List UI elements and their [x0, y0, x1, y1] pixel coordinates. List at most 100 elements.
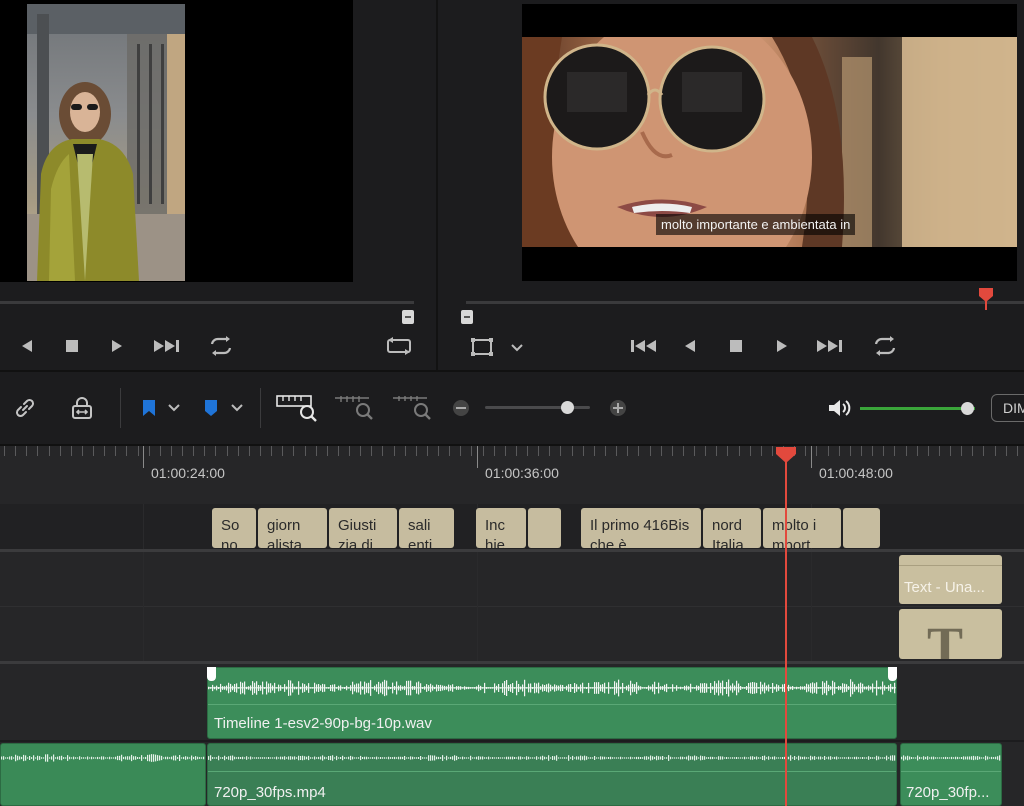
ruler-major-tick — [477, 446, 478, 468]
ruler-minor-tick — [505, 446, 506, 456]
ruler-major-tick — [811, 446, 812, 468]
zoom-slider[interactable] — [485, 406, 590, 409]
source-loop-button[interactable] — [205, 333, 237, 359]
ruler-minor-tick — [828, 446, 829, 456]
ruler-minor-tick — [338, 446, 339, 456]
play-reverse-icon — [685, 340, 695, 352]
clip-out-handle[interactable] — [888, 667, 897, 681]
position-lock-button[interactable] — [67, 393, 97, 423]
source-play-reverse-button[interactable] — [14, 333, 40, 359]
subtitle-clip[interactable]: molto i mport — [763, 508, 841, 548]
text-title-clip[interactable]: Text - Una... — [899, 555, 1002, 604]
ruler-minor-tick — [961, 446, 962, 456]
volume-slider-knob[interactable] — [960, 402, 974, 415]
audio-clip-left[interactable] — [0, 743, 206, 806]
ruler-minor-tick — [193, 446, 194, 456]
subtitle-clip[interactable]: giorn alista — [258, 508, 327, 548]
source-scrub-handle[interactable] — [402, 310, 414, 324]
playhead-handle-icon[interactable] — [775, 446, 797, 464]
video-clip-audio-720p-right[interactable]: 720p_30fp... — [900, 743, 1002, 806]
ruler-minor-tick — [449, 446, 450, 456]
clip-in-handle[interactable] — [207, 667, 216, 681]
transform-dropdown-button[interactable] — [507, 335, 527, 361]
program-loop-button[interactable] — [869, 333, 901, 359]
ruler-minor-tick — [861, 446, 862, 456]
zoom-custom-icon — [393, 396, 431, 420]
ruler-minor-tick — [972, 446, 973, 456]
ruler-major-tick — [143, 446, 144, 468]
custom-zoom-button[interactable] — [391, 392, 435, 422]
speaker-icon — [829, 400, 851, 416]
program-scrub-bar[interactable] — [466, 301, 1024, 304]
full-extent-zoom-button[interactable] — [275, 392, 319, 422]
program-playhead-marker-icon[interactable] — [978, 287, 994, 311]
marker-button[interactable] — [198, 395, 224, 421]
program-next-button[interactable] — [814, 333, 846, 359]
detail-zoom-button[interactable] — [333, 392, 377, 422]
dim-button[interactable]: DIM — [991, 394, 1024, 422]
source-stop-button[interactable] — [59, 333, 85, 359]
ruler-minor-tick — [750, 446, 751, 456]
ruler-minor-tick — [694, 446, 695, 456]
program-viewer[interactable]: molto importante e ambientata in — [522, 4, 1017, 281]
ruler-minor-tick — [227, 446, 228, 456]
subtitle-clip[interactable] — [843, 508, 880, 548]
source-viewer[interactable] — [0, 0, 353, 282]
text-clip-thumbnail[interactable]: T — [899, 609, 1002, 659]
track-line — [0, 606, 1024, 607]
ruler-minor-tick — [60, 446, 61, 456]
transform-overlay-button[interactable] — [467, 334, 497, 360]
program-stop-button[interactable] — [723, 333, 749, 359]
subtitle-clip[interactable]: Giusti zia di — [329, 508, 397, 548]
zoom-detail-icon — [335, 396, 373, 420]
subtitle-clip[interactable]: So no — [212, 508, 256, 548]
program-first-frame-button[interactable] — [627, 333, 661, 359]
volume-slider[interactable] — [860, 407, 975, 410]
clip-divider — [901, 771, 1001, 772]
source-match-frame-button[interactable] — [384, 333, 414, 359]
subtitle-clip[interactable] — [528, 508, 561, 548]
subtitle-clip[interactable]: nord Italia — [703, 508, 761, 548]
subtitle-clip[interactable]: sali enti — [399, 508, 454, 548]
flag-button[interactable] — [136, 395, 162, 421]
toolbar-separator — [120, 388, 121, 428]
ruler-minor-tick — [260, 446, 261, 456]
flag-dropdown-button[interactable] — [164, 398, 184, 418]
timeline-ruler[interactable]: 01:00:24:00 01:00:36:00 01:00:48:00 — [0, 446, 1024, 504]
ruler-minor-tick — [716, 446, 717, 456]
link-clips-button[interactable] — [10, 393, 40, 423]
program-play-button[interactable] — [769, 333, 795, 359]
woman-in-jacket-image — [27, 4, 185, 281]
zoom-out-button[interactable] — [451, 398, 471, 418]
marker-dropdown-button[interactable] — [227, 398, 247, 418]
zoom-in-button[interactable] — [608, 398, 628, 418]
subtitle-clip[interactable]: Inc hie — [476, 508, 526, 548]
viewer-divider — [436, 0, 438, 370]
timeline-playhead-line[interactable] — [785, 460, 787, 806]
track-line — [0, 740, 1024, 742]
program-in-handle[interactable] — [461, 310, 473, 324]
volume-mute-button[interactable] — [826, 396, 854, 420]
ruler-minor-tick — [572, 446, 573, 456]
ruler-minor-tick — [316, 446, 317, 456]
play-icon — [777, 340, 787, 352]
source-play-button[interactable] — [104, 333, 130, 359]
zoom-slider-knob[interactable] — [560, 401, 574, 414]
clip-divider — [208, 704, 896, 705]
ruler-minor-tick — [527, 446, 528, 456]
audio-waveform — [208, 755, 896, 761]
ruler-minor-tick — [293, 446, 294, 456]
source-next-button[interactable] — [151, 333, 183, 359]
video-clip-audio-720p[interactable]: 720p_30fps.mp4 — [207, 743, 897, 806]
source-scrub-bar[interactable] — [0, 301, 414, 304]
ruler-minor-tick — [950, 446, 951, 456]
video-clip-label: 720p_30fps.mp4 — [214, 784, 326, 801]
program-play-reverse-button[interactable] — [677, 333, 703, 359]
program-subtitle-overlay: molto importante e ambientata in — [656, 214, 856, 235]
transform-icon — [471, 338, 493, 356]
subtitle-clip[interactable]: Il primo 416Bis che è — [581, 508, 701, 548]
ruler-minor-tick — [494, 446, 495, 456]
match-frame-icon — [387, 337, 411, 355]
play-reverse-icon — [22, 340, 32, 352]
audio-clip-timeline-wav[interactable]: Timeline 1-esv2-90p-bg-10p.wav — [207, 667, 897, 739]
